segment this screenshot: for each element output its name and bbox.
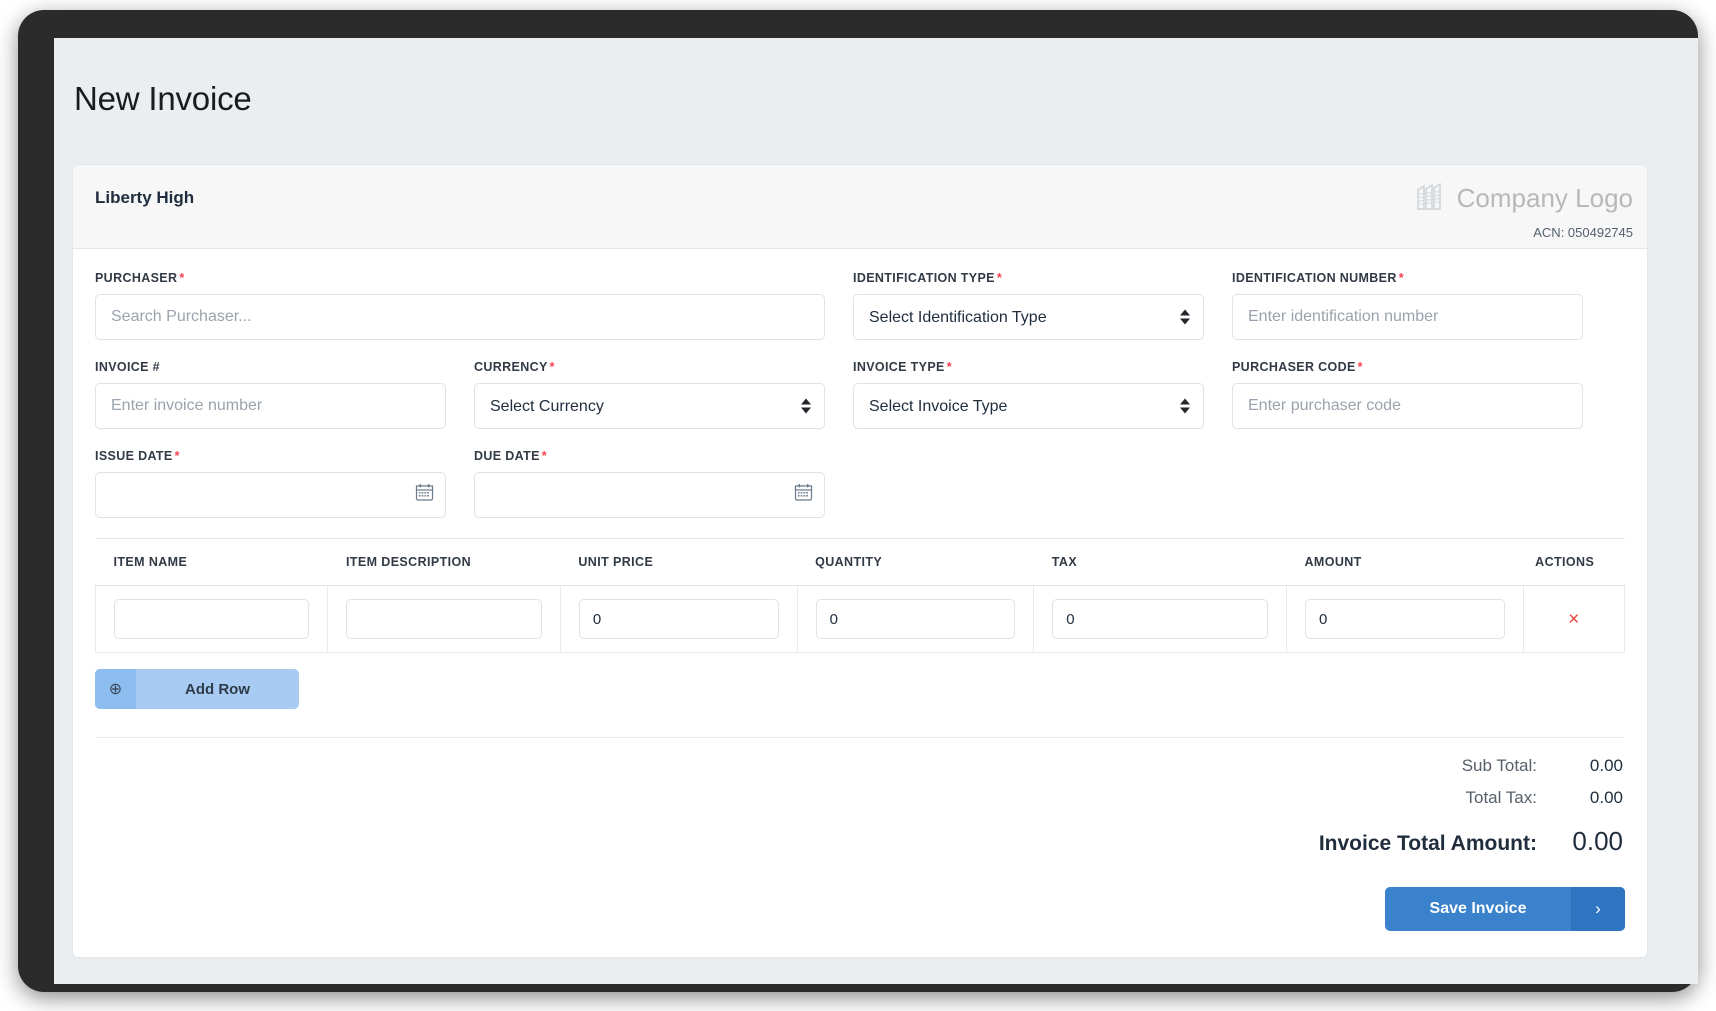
identification-type-select[interactable]: Select Identification Type bbox=[853, 294, 1204, 340]
currency-select[interactable]: Select Currency bbox=[474, 383, 825, 429]
save-invoice-button[interactable]: Save Invoice › bbox=[1385, 887, 1625, 931]
form-row-3: ISSUE DATE * DUE DATE * bbox=[95, 449, 1625, 518]
field-invoice-number: INVOICE # bbox=[95, 360, 446, 429]
cell-item-name bbox=[94, 585, 329, 653]
field-identification-number: IDENTIFICATION NUMBER * bbox=[1232, 271, 1583, 340]
cell-tax bbox=[1033, 585, 1287, 653]
required-asterisk: * bbox=[174, 449, 180, 463]
organization-name: Liberty High bbox=[95, 188, 195, 207]
invoice-total-value: 0.00 bbox=[1572, 826, 1623, 856]
field-due-date: DUE DATE * bbox=[474, 449, 825, 518]
cell-unit-price bbox=[559, 585, 798, 653]
tax-input[interactable] bbox=[1052, 599, 1268, 639]
delete-row-button[interactable]: × bbox=[1560, 606, 1587, 633]
header-tax: TAX bbox=[1033, 538, 1287, 586]
label-invoice-number: INVOICE # bbox=[95, 360, 160, 374]
invoice-items-table: ITEM NAME ITEM DESCRIPTION UNIT PRICE QU… bbox=[94, 538, 1626, 653]
total-tax-line: Total Tax: 0.00 bbox=[95, 788, 1623, 808]
totals-divider bbox=[95, 737, 1625, 738]
cell-amount bbox=[1285, 585, 1524, 653]
required-asterisk: * bbox=[1357, 360, 1363, 374]
label-purchaser: PURCHASER * bbox=[95, 271, 185, 285]
invoice-type-select[interactable]: Select Invoice Type bbox=[853, 383, 1204, 429]
required-asterisk: * bbox=[541, 449, 547, 463]
field-issue-date: ISSUE DATE * bbox=[95, 449, 446, 518]
items-table-body: × bbox=[94, 585, 1626, 653]
app-screen: New Invoice Liberty High Company Logo AC… bbox=[54, 38, 1698, 984]
company-logo-text: Company Logo bbox=[1456, 183, 1633, 213]
add-row-label: Add Row bbox=[185, 680, 250, 698]
header-item-name: ITEM NAME bbox=[95, 538, 328, 586]
cell-item-description bbox=[327, 585, 561, 653]
total-tax-value: 0.00 bbox=[1589, 788, 1623, 807]
page-title: New Invoice bbox=[74, 80, 252, 117]
identification-number-input[interactable] bbox=[1232, 294, 1583, 340]
total-tax-label: Total Tax: bbox=[1465, 788, 1537, 807]
required-asterisk: * bbox=[179, 271, 185, 285]
item-name-input[interactable] bbox=[114, 599, 310, 639]
header-unit-price: UNIT PRICE bbox=[560, 538, 798, 586]
purchaser-input[interactable] bbox=[95, 294, 825, 340]
totals-section: Sub Total: 0.00 Total Tax: 0.00 Invoice … bbox=[95, 756, 1625, 857]
invoice-total-label: Invoice Total Amount: bbox=[1318, 832, 1537, 855]
invoice-card: Liberty High Company Logo ACN: 050492745… bbox=[72, 164, 1648, 958]
form-row-1: PURCHASER* IDENTIFICATION TYPE* Select I… bbox=[95, 271, 1625, 340]
required-asterisk: * bbox=[1398, 271, 1404, 285]
label-identification-type: IDENTIFICATION TYPE * bbox=[853, 271, 1003, 285]
unit-price-input[interactable] bbox=[578, 599, 779, 639]
item-description-input[interactable] bbox=[346, 599, 542, 639]
sub-total-label: Sub Total: bbox=[1461, 756, 1537, 775]
label-invoice-type: INVOICE TYPE * bbox=[853, 360, 952, 374]
label-identification-number: IDENTIFICATION NUMBER * bbox=[1232, 271, 1404, 285]
header-actions: ACTIONS bbox=[1523, 538, 1625, 586]
cell-quantity bbox=[796, 585, 1035, 653]
amount-input[interactable] bbox=[1304, 599, 1505, 639]
acn-number: ACN: 050492745 bbox=[1533, 225, 1633, 240]
items-table-head: ITEM NAME ITEM DESCRIPTION UNIT PRICE QU… bbox=[95, 538, 1625, 586]
save-button-wrap: Save Invoice › bbox=[95, 887, 1625, 931]
plus-circle-icon: ⊕ bbox=[95, 669, 136, 709]
sub-total-line: Sub Total: 0.00 bbox=[95, 756, 1623, 776]
save-invoice-label: Save Invoice bbox=[1429, 900, 1527, 917]
company-logo-block: Company Logo ACN: 050492745 bbox=[1415, 179, 1633, 240]
required-asterisk: * bbox=[996, 271, 1003, 285]
field-currency: CURRENCY * Select Currency bbox=[474, 360, 825, 429]
required-asterisk: * bbox=[946, 360, 952, 374]
add-row-button[interactable]: ⊕ Add Row bbox=[95, 669, 299, 709]
table-row: × bbox=[94, 585, 1626, 653]
cell-actions: × bbox=[1522, 585, 1626, 653]
label-issue-date: ISSUE DATE * bbox=[95, 449, 180, 463]
issue-date-input[interactable] bbox=[95, 472, 446, 518]
label-currency: CURRENCY * bbox=[474, 360, 555, 374]
card-body: PURCHASER* IDENTIFICATION TYPE* Select I… bbox=[73, 249, 1647, 957]
label-due-date: DUE DATE * bbox=[474, 449, 547, 463]
purchaser-code-input[interactable] bbox=[1232, 383, 1583, 429]
sub-total-value: 0.00 bbox=[1589, 756, 1623, 775]
invoice-number-input[interactable] bbox=[95, 383, 446, 429]
quantity-input[interactable] bbox=[815, 599, 1016, 639]
device-bezel: New Invoice Liberty High Company Logo AC… bbox=[18, 10, 1698, 992]
header-quantity: QUANTITY bbox=[797, 538, 1034, 586]
invoice-total-line: Invoice Total Amount: 0.00 bbox=[95, 826, 1623, 857]
required-asterisk: * bbox=[549, 360, 555, 374]
header-amount: AMOUNT bbox=[1286, 538, 1524, 586]
items-header-row: ITEM NAME ITEM DESCRIPTION UNIT PRICE QU… bbox=[95, 538, 1625, 586]
card-header: Liberty High Company Logo ACN: 050492745 bbox=[73, 165, 1647, 249]
field-purchaser-code: PURCHASER CODE * bbox=[1232, 360, 1583, 429]
field-purchaser: PURCHASER * bbox=[95, 271, 825, 340]
field-identification-type: IDENTIFICATION TYPE * Select Identificati… bbox=[853, 271, 1204, 340]
label-purchaser-code: PURCHASER CODE * bbox=[1232, 360, 1363, 374]
field-invoice-type: INVOICE TYPE * Select Invoice Type bbox=[853, 360, 1204, 429]
header-item-description: ITEM DESCRIPTION bbox=[327, 538, 561, 586]
buildings-icon bbox=[1415, 179, 1449, 218]
close-icon: × bbox=[1568, 608, 1580, 630]
form-row-2: INVOICE # CURRENCY* Select Currency bbox=[95, 360, 1625, 429]
chevron-right-icon: › bbox=[1571, 887, 1625, 931]
due-date-input[interactable] bbox=[474, 472, 825, 518]
